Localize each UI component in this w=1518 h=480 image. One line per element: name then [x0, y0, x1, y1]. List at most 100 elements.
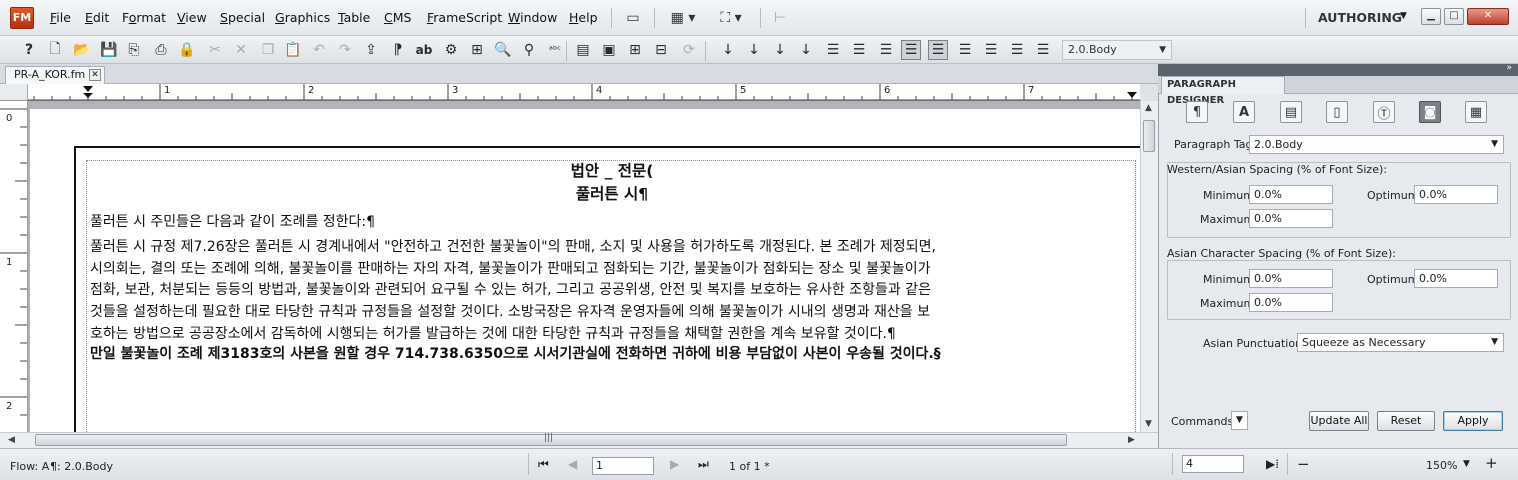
vertical-scroll-thumb[interactable]: [1143, 120, 1155, 152]
apply-button[interactable]: Apply: [1443, 411, 1503, 431]
align-justify-icon[interactable]: ☰: [901, 40, 921, 60]
toggle-panel-icon[interactable]: ▭: [622, 7, 644, 29]
paragraph-style-select[interactable]: 2.0.Body ▼: [1062, 40, 1172, 60]
basic-properties-icon[interactable]: ¶: [1186, 101, 1208, 123]
redo-icon[interactable]: ↷: [335, 40, 355, 60]
align-center-icon[interactable]: ☰: [849, 40, 869, 60]
new-document-icon[interactable]: 🗋: [45, 40, 65, 60]
workspace-dropdown-icon[interactable]: ▼: [1400, 11, 1407, 21]
cross-ref-icon[interactable]: ⁋: [388, 40, 408, 60]
scroll-up-icon[interactable]: ▲: [1145, 103, 1152, 113]
grid-table-icon[interactable]: ⊞: [625, 40, 645, 60]
copy-icon[interactable]: ❐: [258, 40, 278, 60]
asian-maximum-field[interactable]: 0.0%: [1249, 293, 1333, 312]
previous-page-icon[interactable]: ◀: [568, 457, 577, 471]
line-spacing-4-icon[interactable]: ☰: [1007, 40, 1027, 60]
collapse-panel-icon[interactable]: »: [1506, 63, 1512, 73]
asian-minimum-field[interactable]: 0.0%: [1249, 269, 1333, 288]
horizontal-scroll-thumb[interactable]: |||: [35, 433, 1067, 446]
menu-special[interactable]: Special: [220, 10, 265, 25]
space-below-4-icon[interactable]: ↓: [796, 40, 816, 60]
scroll-down-icon[interactable]: ▼: [1145, 419, 1152, 429]
undo-icon[interactable]: ↶: [309, 40, 329, 60]
insert-text-frame-icon[interactable]: ▣: [599, 40, 619, 60]
workspace-layout-icon[interactable]: ▦ ▾: [664, 7, 702, 29]
zoom-level[interactable]: 150%: [1426, 459, 1457, 472]
numbering-icon[interactable]: ▯: [1326, 101, 1348, 123]
refresh-icon[interactable]: ⟳: [679, 40, 699, 60]
document-tab[interactable]: PR-A_KOR.fm ✕: [5, 66, 105, 84]
structure-view-icon[interactable]: ⊢: [770, 7, 790, 29]
zoom-dropdown-icon[interactable]: ▼: [1463, 459, 1470, 469]
paragraph-intro[interactable]: 풀러튼 시 주민들은 다음과 같이 조례를 정한다:¶: [90, 212, 1136, 234]
heading-city[interactable]: 풀러튼 시¶: [87, 182, 1137, 204]
print-icon[interactable]: ⎙: [151, 40, 171, 60]
pagination-icon[interactable]: ▤: [1280, 101, 1302, 123]
spell-check-icon[interactable]: ᵃᵇᶜ: [545, 40, 565, 60]
asian-icon[interactable]: ◙: [1419, 101, 1441, 123]
lock-icon[interactable]: 🔒: [177, 40, 197, 60]
heading-title[interactable]: 법안 _ 전문(: [87, 159, 1137, 181]
asian-punctuation-select[interactable]: Squeeze as Necessary ▼: [1297, 333, 1504, 352]
line-spacing-icon[interactable]: ☰: [928, 40, 948, 60]
delete-icon[interactable]: ✕: [231, 40, 251, 60]
close-button[interactable]: ✕: [1467, 8, 1509, 25]
first-page-icon[interactable]: ⏮: [538, 457, 549, 472]
menu-format[interactable]: Format: [122, 10, 166, 25]
workspace-mode[interactable]: AUTHORING: [1318, 10, 1402, 25]
menu-edit[interactable]: Edit: [85, 10, 109, 25]
menu-window[interactable]: Window: [508, 10, 557, 25]
menu-cms[interactable]: CMS: [384, 10, 411, 25]
line-spacing-5-icon[interactable]: ☰: [1033, 40, 1053, 60]
update-all-button[interactable]: Update All: [1309, 411, 1369, 431]
paragraph-body[interactable]: 풀러튼 시 규정 제7.26장은 풀러튼 시 경계내에서 "안전하고 건전한 불…: [90, 237, 1136, 346]
menu-framescript[interactable]: FrameScript: [427, 10, 502, 25]
table-cell-icon[interactable]: ▦: [1465, 101, 1487, 123]
zoom-input-field[interactable]: 4: [1182, 455, 1244, 473]
zoom-in-icon[interactable]: +: [1485, 454, 1498, 472]
commands-dropdown[interactable]: ▼: [1231, 411, 1248, 430]
align-right-icon[interactable]: ☰: [876, 40, 896, 60]
asian-optimum-field[interactable]: 0.0%: [1414, 269, 1498, 288]
space-below-2-icon[interactable]: ↓: [744, 40, 764, 60]
export-icon[interactable]: ⇪: [361, 40, 381, 60]
equation-icon[interactable]: ⊟: [651, 40, 671, 60]
cut-icon[interactable]: ✂: [205, 40, 225, 60]
western-optimum-field[interactable]: 0.0%: [1414, 185, 1498, 204]
variable-icon[interactable]: ⚙: [441, 40, 461, 60]
menu-file[interactable]: File: [50, 10, 71, 25]
western-maximum-field[interactable]: 0.0%: [1249, 209, 1333, 228]
line-spacing-3-icon[interactable]: ☰: [981, 40, 1001, 60]
zoom-out-icon[interactable]: −: [1297, 455, 1310, 473]
open-icon[interactable]: 📂: [72, 40, 92, 60]
close-tab-icon[interactable]: ✕: [89, 69, 101, 81]
paragraph-copy-note[interactable]: 만일 불꽃놀이 조례 제3183호의 사본을 원할 경우 714.738.635…: [90, 344, 1136, 366]
help-icon[interactable]: ?: [19, 40, 39, 60]
go-to-page-icon[interactable]: ▶⁞: [1266, 457, 1279, 471]
page-number-field[interactable]: 1: [592, 457, 654, 475]
text-frame[interactable]: 법안 _ 전문( 풀러튼 시¶ 풀러튼 시 주민들은 다음과 같이 조례를 정한…: [86, 160, 1136, 432]
panel-tab[interactable]: PARAGRAPH DESIGNER: [1161, 76, 1285, 106]
scroll-right-icon[interactable]: ▶: [1128, 435, 1135, 445]
next-page-icon[interactable]: ▶: [670, 457, 679, 471]
menu-table[interactable]: Table: [338, 10, 370, 25]
paste-icon[interactable]: 📋: [283, 40, 303, 60]
restore-button[interactable]: □: [1444, 8, 1464, 25]
line-spacing-2-icon[interactable]: ☰: [955, 40, 975, 60]
marker-icon[interactable]: ⚲: [519, 40, 539, 60]
text-icon[interactable]: ab: [414, 40, 434, 60]
scroll-left-icon[interactable]: ◀: [8, 435, 15, 445]
insert-anchored-frame-icon[interactable]: ▤: [573, 40, 593, 60]
western-minimum-field[interactable]: 0.0%: [1249, 185, 1333, 204]
space-below-icon[interactable]: ↓: [718, 40, 738, 60]
last-page-icon[interactable]: ⏭: [698, 457, 709, 472]
menu-view[interactable]: View: [177, 10, 207, 25]
insert-table-icon[interactable]: ⊞: [467, 40, 487, 60]
find-icon[interactable]: 🔍: [493, 40, 513, 60]
advanced-icon[interactable]: Ⓣ: [1373, 101, 1395, 123]
reset-button[interactable]: Reset: [1377, 411, 1435, 431]
minimize-button[interactable]: ▁: [1421, 8, 1441, 25]
paragraph-tag-select[interactable]: 2.0.Body ▼: [1249, 135, 1504, 154]
default-font-icon[interactable]: A: [1233, 101, 1255, 123]
space-below-3-icon[interactable]: ↓: [770, 40, 790, 60]
